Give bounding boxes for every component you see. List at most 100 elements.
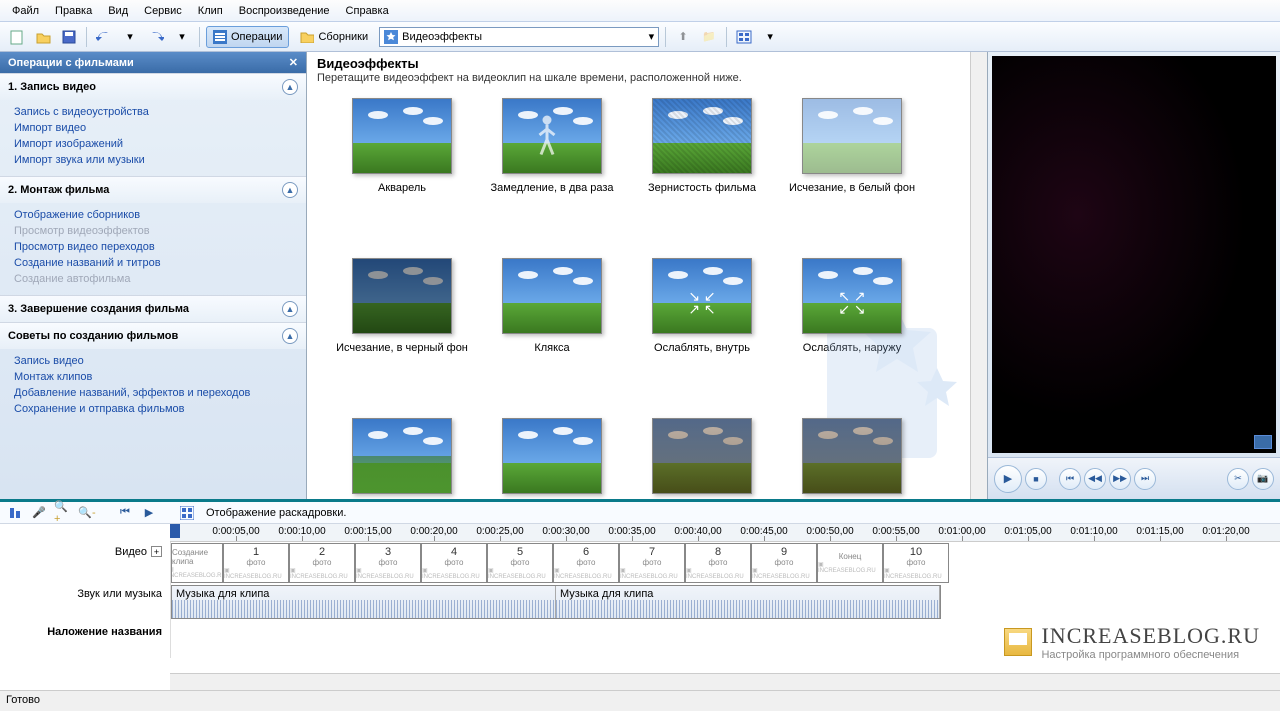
video-clip[interactable]: Создание клипа▣ INCREASEBLOG.RU — [171, 543, 223, 583]
video-clip[interactable]: 8фото▣ INCREASEBLOG.RU — [685, 543, 751, 583]
video-clip[interactable]: 9фото▣ INCREASEBLOG.RU — [751, 543, 817, 583]
section-head-1[interactable]: 2. Монтаж фильма▲ — [0, 176, 306, 203]
chevron-up-icon[interactable]: ▲ — [282, 301, 298, 317]
redo-button[interactable] — [145, 26, 167, 48]
menu-view[interactable]: Вид — [100, 2, 136, 20]
watermark: INCREASEBLOG.RU Настройка программного о… — [1004, 623, 1260, 661]
view-button[interactable] — [733, 26, 755, 48]
stop-button[interactable]: ■ — [1025, 468, 1047, 490]
preview-controls: ▶ ■ ⏮ ◀◀ ▶▶ ⏭ ✂ 📷 — [988, 457, 1280, 499]
storyboard-toggle[interactable]: Отображение раскадровки. — [206, 507, 346, 519]
effect-item[interactable] — [477, 418, 627, 499]
collections-label: Сборники — [318, 31, 368, 43]
fullscreen-button[interactable] — [1254, 435, 1272, 449]
effect-item[interactable]: Акварель — [327, 98, 477, 248]
menu-play[interactable]: Воспроизведение — [231, 2, 338, 20]
video-clip[interactable]: 10фото▣ INCREASEBLOG.RU — [883, 543, 949, 583]
video-clip[interactable]: 5фото▣ INCREASEBLOG.RU — [487, 543, 553, 583]
split-button[interactable]: ✂ — [1227, 468, 1249, 490]
video-clip[interactable]: 1фото▣ INCREASEBLOG.RU — [223, 543, 289, 583]
sidebar-link[interactable]: Монтаж клипов — [14, 369, 292, 385]
new-project-button[interactable] — [6, 26, 28, 48]
play-timeline-button[interactable]: ▶ — [140, 504, 158, 522]
effect-item[interactable]: Исчезание, в белый фон — [777, 98, 927, 248]
audio-levels-button[interactable] — [6, 504, 24, 522]
effect-item[interactable]: Зернистость фильма — [627, 98, 777, 248]
effect-item[interactable] — [627, 418, 777, 499]
menu-edit[interactable]: Правка — [47, 2, 100, 20]
menu-file[interactable]: Файл — [4, 2, 47, 20]
chevron-up-icon[interactable]: ▲ — [282, 182, 298, 198]
open-button[interactable] — [32, 26, 54, 48]
close-icon[interactable]: ✕ — [289, 56, 298, 69]
audio-clip[interactable]: Музыка для клипа Музыка для клипа — [171, 585, 941, 619]
effect-item[interactable]: Клякса — [477, 258, 627, 408]
collections-button[interactable]: Сборники — [293, 26, 375, 48]
video-clip[interactable]: 6фото▣ INCREASEBLOG.RU — [553, 543, 619, 583]
narrate-button[interactable]: 🎤 — [30, 504, 48, 522]
save-button[interactable] — [58, 26, 80, 48]
play-button[interactable]: ▶ — [994, 465, 1022, 493]
effect-item[interactable] — [327, 418, 477, 499]
new-folder-button[interactable]: 📁 — [698, 26, 720, 48]
prev-button[interactable]: ⏮ — [1059, 468, 1081, 490]
track-label-video: Видео + — [0, 542, 170, 584]
menu-help[interactable]: Справка — [338, 2, 397, 20]
preview-screen — [992, 56, 1276, 453]
zoom-in-button[interactable]: 🔍+ — [54, 504, 72, 522]
section-head-2[interactable]: 3. Завершение создания фильма▲ — [0, 295, 306, 322]
expand-video-button[interactable]: + — [151, 546, 162, 557]
sidebar-link[interactable]: Импорт звука или музыки — [14, 152, 292, 168]
sidebar-link[interactable]: Отображение сборников — [14, 207, 292, 223]
sidebar-link[interactable]: Добавление названий, эффектов и переходо… — [14, 385, 292, 401]
next-button[interactable]: ⏭ — [1134, 468, 1156, 490]
sidebar-link[interactable]: Запись с видеоустройства — [14, 104, 292, 120]
scrollbar-horizontal[interactable] — [170, 673, 1280, 690]
timeline-ruler[interactable]: 0:00:05,000:00:10,000:00:15,000:00:20,00… — [170, 524, 1280, 542]
undo-button[interactable] — [93, 26, 115, 48]
chevron-up-icon[interactable]: ▲ — [282, 79, 298, 95]
sidebar-link[interactable]: Запись видео — [14, 353, 292, 369]
tasks-button[interactable]: Операции — [206, 26, 289, 48]
video-clip[interactable]: 4фото▣ INCREASEBLOG.RU — [421, 543, 487, 583]
video-clip[interactable]: 2фото▣ INCREASEBLOG.RU — [289, 543, 355, 583]
view-dropdown[interactable]: ▾ — [759, 26, 781, 48]
section-head-0[interactable]: 1. Запись видео▲ — [0, 73, 306, 100]
storyboard-icon[interactable] — [178, 504, 196, 522]
effect-item[interactable]: Замедление, в два раза — [477, 98, 627, 248]
timeline-toolbar: 🎤 🔍+ 🔍- ⏮ ▶ Отображение раскадровки. — [0, 502, 1280, 524]
sidebar-link[interactable]: Сохранение и отправка фильмов — [14, 401, 292, 417]
video-clip[interactable]: Конец▣ INCREASEBLOG.RU — [817, 543, 883, 583]
menu-tools[interactable]: Сервис — [136, 2, 190, 20]
sidebar-link[interactable]: Создание названий и титров — [14, 255, 292, 271]
scrollbar-vertical[interactable] — [970, 52, 987, 499]
video-clip[interactable]: 7фото▣ INCREASEBLOG.RU — [619, 543, 685, 583]
playhead[interactable] — [170, 524, 180, 538]
chevron-up-icon[interactable]: ▲ — [282, 328, 298, 344]
snapshot-button[interactable]: 📷 — [1252, 468, 1274, 490]
rewind-button[interactable]: ◀◀ — [1084, 468, 1106, 490]
collection-dropdown[interactable]: Видеоэффекты ▾ — [379, 27, 659, 47]
effect-item[interactable]: ↖ ↗↙ ↘Ослаблять, наружу — [777, 258, 927, 408]
track-label-audio: Звук или музыка — [0, 584, 170, 622]
tasks-label: Операции — [231, 31, 282, 43]
watermark-icon — [1004, 628, 1032, 656]
effect-item[interactable]: ↘ ↙↗ ↖Ослаблять, внутрь — [627, 258, 777, 408]
sidebar-link[interactable]: Импорт изображений — [14, 136, 292, 152]
section-head-3[interactable]: Советы по созданию фильмов▲ — [0, 322, 306, 349]
video-track[interactable]: Создание клипа▣ INCREASEBLOG.RU1фото▣ IN… — [170, 542, 1280, 584]
undo-dropdown[interactable]: ▾ — [119, 26, 141, 48]
redo-dropdown[interactable]: ▾ — [171, 26, 193, 48]
effect-item[interactable] — [777, 418, 927, 499]
menu-clip[interactable]: Клип — [190, 2, 231, 20]
zoom-out-button[interactable]: 🔍- — [78, 504, 96, 522]
sidebar-link[interactable]: Просмотр видео переходов — [14, 239, 292, 255]
effect-item[interactable]: Исчезание, в черный фон — [327, 258, 477, 408]
sidebar-link[interactable]: Импорт видео — [14, 120, 292, 136]
forward-button[interactable]: ▶▶ — [1109, 468, 1131, 490]
rewind-timeline-button[interactable]: ⏮ — [116, 504, 134, 522]
video-clip[interactable]: 3фото▣ INCREASEBLOG.RU — [355, 543, 421, 583]
chevron-down-icon: ▾ — [649, 30, 655, 43]
audio-track[interactable]: Музыка для клипа Музыка для клипа — [170, 584, 1280, 622]
up-level-button[interactable]: ⬆ — [672, 26, 694, 48]
